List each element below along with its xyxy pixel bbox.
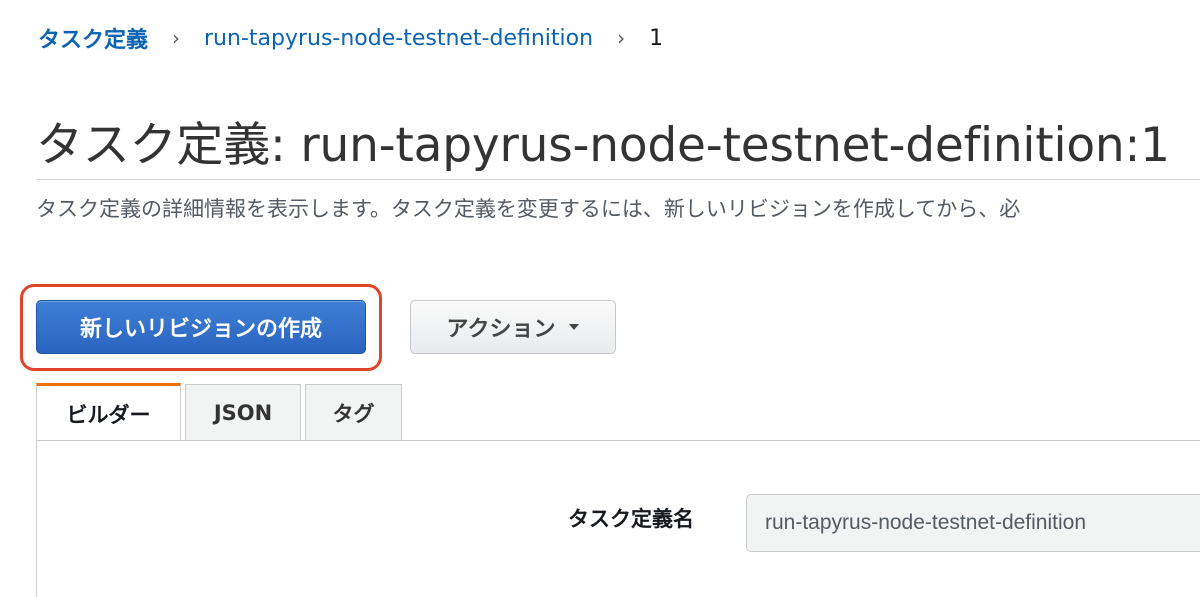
- chevron-right-icon: ›: [172, 26, 181, 50]
- tab-json[interactable]: JSON: [185, 384, 301, 440]
- page-title: タスク定義: run-tapyrus-node-testnet-definiti…: [36, 118, 1170, 173]
- tab-json-label: JSON: [213, 400, 273, 425]
- caret-down-icon: [569, 324, 580, 330]
- title-divider: [36, 179, 1200, 180]
- tab-tags-label: タグ: [332, 401, 375, 426]
- breadcrumb-definition-link[interactable]: run-tapyrus-node-testnet-definition: [204, 26, 593, 51]
- breadcrumb-task-definitions-link[interactable]: タスク定義: [38, 22, 148, 54]
- actions-dropdown-button[interactable]: アクション: [410, 300, 616, 354]
- breadcrumb-current-revision: 1: [649, 25, 664, 51]
- create-new-revision-label: 新しいリビジョンの作成: [79, 317, 322, 342]
- tab-tags[interactable]: タグ: [305, 384, 402, 440]
- breadcrumb: タスク定義 › run-tapyrus-node-testnet-definit…: [38, 22, 663, 54]
- tab-bar: ビルダー JSON タグ: [36, 382, 406, 441]
- chevron-right-icon: ›: [617, 26, 626, 50]
- task-definition-page: タスク定義 › run-tapyrus-node-testnet-definit…: [0, 0, 1200, 597]
- task-definition-name-label: タスク定義名: [568, 507, 694, 531]
- tab-builder-label: ビルダー: [66, 402, 151, 427]
- tab-builder[interactable]: ビルダー: [36, 383, 181, 441]
- task-definition-name-field[interactable]: [746, 494, 1200, 552]
- actions-label: アクション: [446, 317, 556, 342]
- page-description: タスク定義の詳細情報を表示します。タスク定義を変更するには、新しいリビジョンを作…: [36, 197, 1021, 221]
- create-new-revision-button[interactable]: 新しいリビジョンの作成: [36, 300, 366, 354]
